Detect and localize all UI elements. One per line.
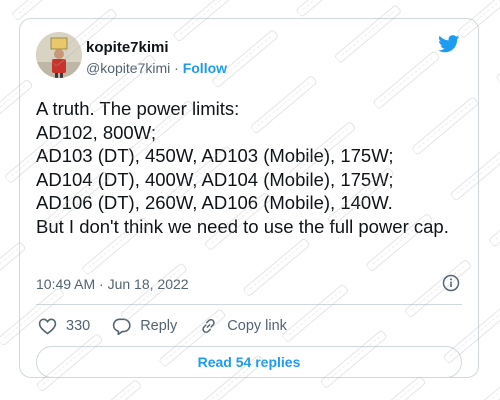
copy-link-button[interactable]: Copy link <box>199 317 287 335</box>
handle-row: @kopite7kimi · Follow <box>86 60 227 76</box>
heart-icon <box>38 318 57 335</box>
tweet-line: AD106 (DT), 260W, AD106 (Mobile), 140W. <box>36 192 393 213</box>
info-icon[interactable] <box>442 274 460 292</box>
tweet-line: But I don't think we need to use the ful… <box>36 215 449 237</box>
twitter-bird-icon[interactable] <box>438 35 460 53</box>
user-handle[interactable]: @kopite7kimi <box>86 60 170 76</box>
tweet-line: AD103 (DT), 450W, AD103 (Mobile), 175W; <box>36 145 394 166</box>
follow-button[interactable]: Follow <box>183 60 227 76</box>
divider <box>36 304 462 305</box>
tweet-text: A truth. The power limits: AD102, 800W; … <box>36 97 468 238</box>
display-name[interactable]: kopite7kimi <box>86 39 169 56</box>
timestamp[interactable]: 10:49 AM · Jun 18, 2022 <box>36 276 189 292</box>
read-replies-button[interactable]: Read 54 replies <box>36 346 462 378</box>
tweet-card: kopite7kimi @kopite7kimi · Follow A trut… <box>19 18 479 378</box>
tweet-line: A truth. The power limits: <box>36 98 240 119</box>
speech-bubble-icon <box>112 318 131 335</box>
reply-button[interactable]: Reply <box>112 317 177 335</box>
tweet-line: AD102, 800W; <box>36 121 156 143</box>
tweet-line: AD104 (DT), 400W, AD104 (Mobile), 175W; <box>36 168 394 190</box>
reply-label: Reply <box>140 318 178 334</box>
action-bar: 330 Reply Copy link <box>38 315 309 337</box>
page: kopite7kimi @kopite7kimi · Follow A trut… <box>0 0 500 400</box>
like-button[interactable]: 330 <box>38 317 90 335</box>
like-count: 330 <box>66 318 91 334</box>
copy-link-label: Copy link <box>227 318 287 334</box>
separator: · <box>174 60 179 76</box>
link-icon <box>202 318 216 334</box>
avatar[interactable] <box>36 32 82 78</box>
